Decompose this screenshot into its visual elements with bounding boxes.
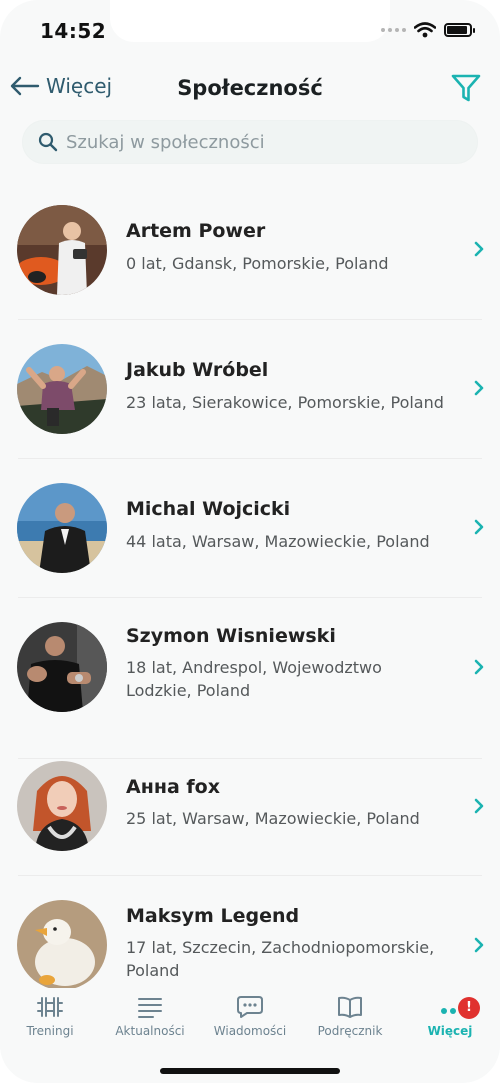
- status-indicators: [381, 22, 475, 38]
- member-name: Michal Wojcicki: [126, 498, 291, 520]
- member-name: Jakub Wróbel: [126, 359, 269, 381]
- avatar: [17, 205, 107, 295]
- tab-label: Podręcznik: [317, 1024, 383, 1038]
- notification-badge: !: [458, 997, 480, 1019]
- member-row[interactable]: Maksym Legend 17 lat, Szczecin, Zachodni…: [0, 875, 500, 988]
- member-name: Анна fox: [126, 776, 220, 798]
- member-name: Maksym Legend: [126, 905, 300, 927]
- home-indicator: [160, 1068, 340, 1074]
- wifi-icon: [414, 22, 436, 38]
- tab-treningi[interactable]: Treningi: [0, 994, 100, 1038]
- member-name: Szymon Wisniewski: [126, 625, 336, 647]
- signal-icon: [381, 28, 406, 32]
- tab-wiadomosci[interactable]: Wiadomości: [200, 994, 300, 1038]
- member-meta: 17 lat, Szczecin, Zachodniopomorskie, Po…: [126, 938, 435, 980]
- member-meta: 0 lat, Gdansk, Pomorskie, Poland: [126, 254, 389, 273]
- status-time: 14:52: [40, 19, 107, 43]
- member-row[interactable]: Szymon Wisniewski 18 lat, Andrespol, Woj…: [0, 597, 500, 759]
- search-bar[interactable]: [22, 120, 478, 164]
- search-input[interactable]: [66, 131, 446, 153]
- filter-icon: [451, 74, 481, 102]
- member-meta: 44 lata, Warsaw, Mazowieckie, Poland: [126, 532, 430, 551]
- battery-icon: [444, 23, 475, 37]
- member-meta: 18 lat, Andrespol, Wojewodztwo Lodzkie, …: [126, 658, 382, 700]
- member-list: Artem Power 0 lat, Gdansk, Pomorskie, Po…: [0, 180, 500, 988]
- chevron-right-icon: [474, 241, 484, 257]
- navigation-bar: Więcej Społeczność: [0, 68, 500, 112]
- page-title: Społeczność: [177, 76, 323, 100]
- book-icon: [338, 996, 362, 1018]
- member-name: Artem Power: [126, 220, 266, 242]
- tab-label: Aktualności: [115, 1024, 185, 1038]
- tab-label: Więcej: [427, 1024, 473, 1038]
- tab-aktualnosci[interactable]: Aktualności: [100, 994, 200, 1038]
- chevron-right-icon: [474, 659, 484, 675]
- tab-label: Treningi: [26, 1024, 74, 1038]
- avatar: [17, 483, 107, 573]
- chevron-right-icon: [474, 937, 484, 953]
- chevron-right-icon: [474, 380, 484, 396]
- notch: [110, 0, 390, 42]
- dumbbell-icon: [37, 997, 63, 1017]
- avatar: [17, 622, 107, 712]
- member-row[interactable]: Michal Wojcicki 44 lata, Warsaw, Mazowie…: [0, 458, 500, 598]
- phone-screen: 14:52 Więcej Społeczność Szukaj w społec…: [0, 0, 500, 1083]
- filter-button[interactable]: [450, 72, 482, 108]
- member-row[interactable]: Artem Power 0 lat, Gdansk, Pomorskie, Po…: [0, 180, 500, 320]
- chat-bubble-icon: [237, 996, 263, 1018]
- search-icon: [38, 132, 58, 152]
- chevron-right-icon: [474, 798, 484, 814]
- member-meta: 23 lata, Sierakowice, Pomorskie, Poland: [126, 393, 444, 412]
- news-lines-icon: [138, 998, 162, 1018]
- chevron-right-icon: [474, 519, 484, 535]
- tab-podrecznik[interactable]: Podręcznik: [300, 994, 400, 1038]
- avatar: [17, 761, 107, 851]
- member-meta: 25 lat, Warsaw, Mazowieckie, Poland: [126, 809, 420, 828]
- tab-label: Wiadomości: [213, 1024, 287, 1038]
- status-bar: 14:52: [0, 0, 500, 56]
- member-row[interactable]: Jakub Wróbel 23 lata, Sierakowice, Pomor…: [0, 319, 500, 459]
- avatar: [17, 900, 107, 988]
- tab-wiecej[interactable]: ! Więcej: [400, 994, 500, 1038]
- avatar: [17, 344, 107, 434]
